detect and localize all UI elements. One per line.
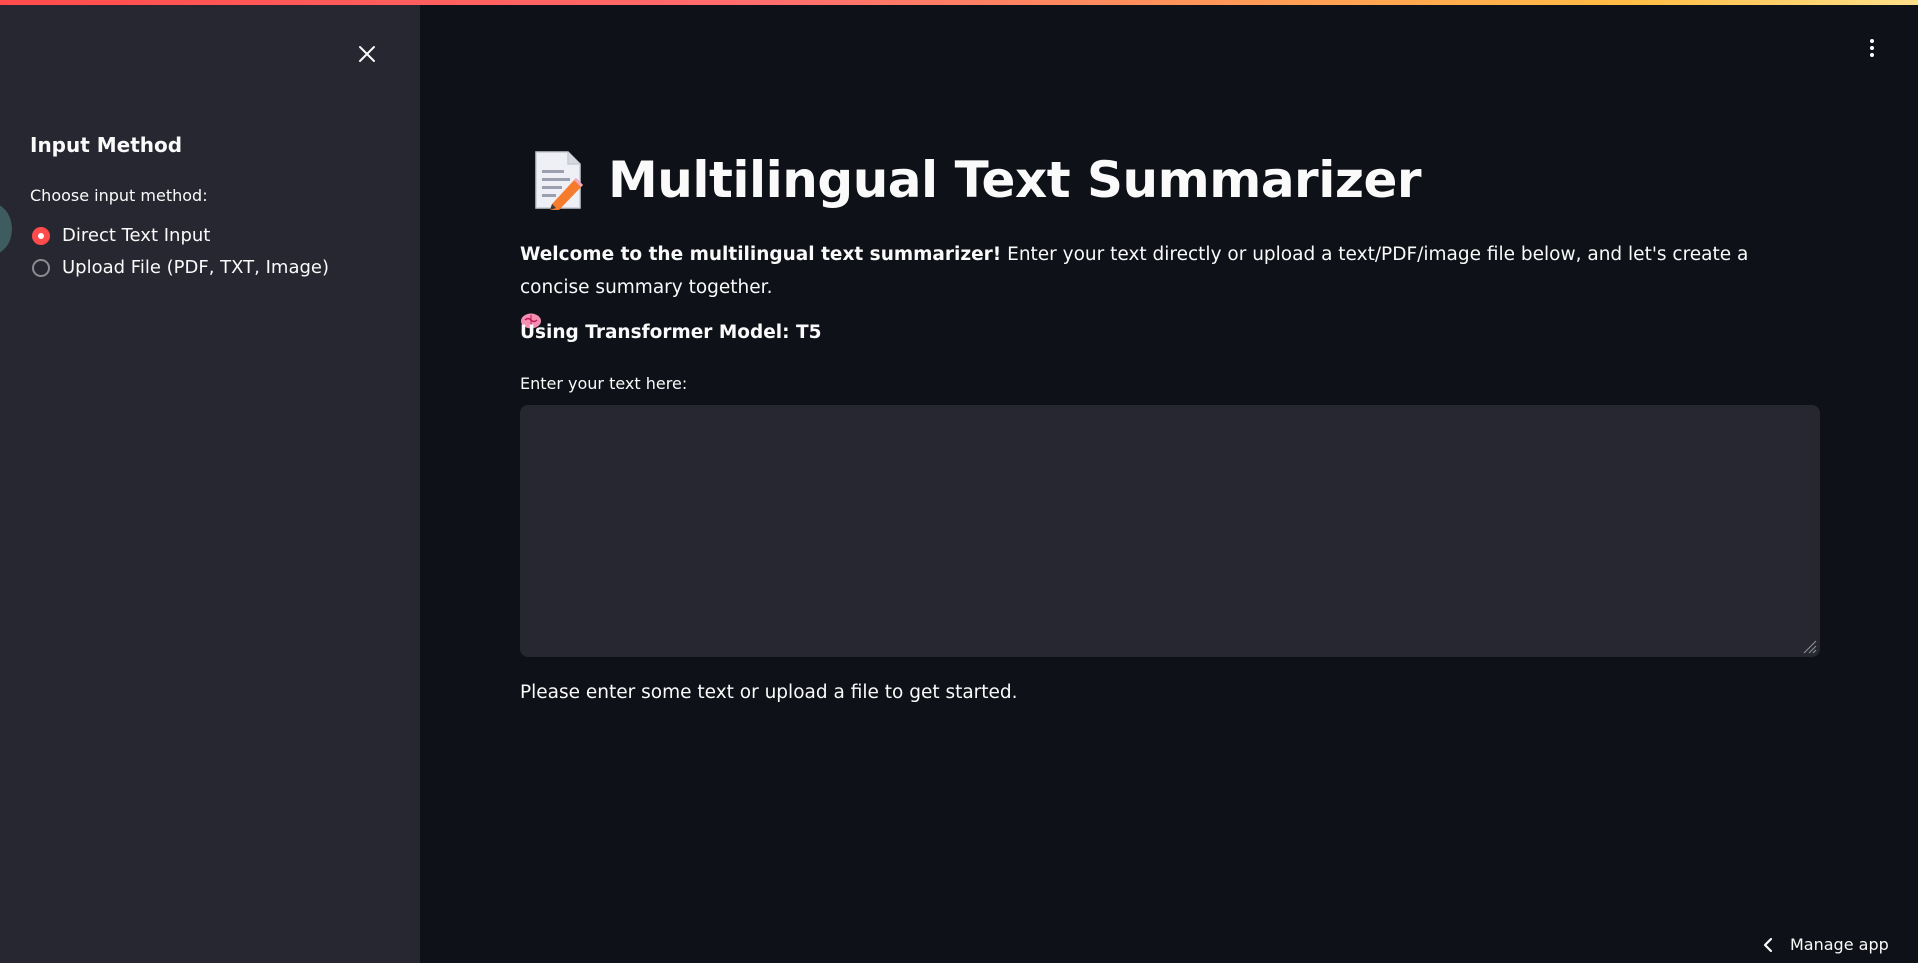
manage-app-button[interactable]: Manage app: [1762, 935, 1889, 954]
manage-app-label: Manage app: [1790, 935, 1889, 954]
page-title: Multilingual Text Summarizer: [532, 150, 1422, 210]
status-message: Please enter some text or upload a file …: [520, 682, 1018, 703]
close-icon: [359, 46, 375, 62]
memo-emoji-icon: [535, 151, 583, 210]
sidebar-edge-indicator: [0, 203, 12, 255]
welcome-bold-text: Welcome to the multilingual text summari…: [520, 244, 1002, 265]
radio-option-label: Direct Text Input: [62, 225, 211, 246]
title-text: Multilingual Text Summarizer: [608, 151, 1422, 209]
close-sidebar-button[interactable]: [352, 39, 382, 69]
input-method-label: Choose input method:: [30, 186, 208, 205]
resize-handle-icon[interactable]: [1801, 638, 1817, 654]
radio-selected-icon[interactable]: [32, 226, 50, 245]
textarea-label: Enter your text here:: [520, 374, 688, 393]
radio-option-label: Upload File (PDF, TXT, Image): [62, 257, 330, 278]
sidebar: Input Method Choose input method: Direct…: [0, 5, 420, 963]
model-info: Using Transformer Model: T5: [520, 322, 822, 343]
radio-direct-text[interactable]: Direct Text Input: [32, 225, 210, 246]
radio-unselected-icon[interactable]: [32, 258, 50, 277]
main-menu-button[interactable]: [1860, 36, 1884, 60]
radio-upload-file[interactable]: Upload File (PDF, TXT, Image): [32, 257, 329, 278]
chevron-left-icon: [1763, 937, 1773, 952]
kebab-menu-icon: [1870, 39, 1874, 43]
sidebar-heading: Input Method: [30, 133, 183, 157]
text-input-area[interactable]: [520, 405, 1820, 657]
